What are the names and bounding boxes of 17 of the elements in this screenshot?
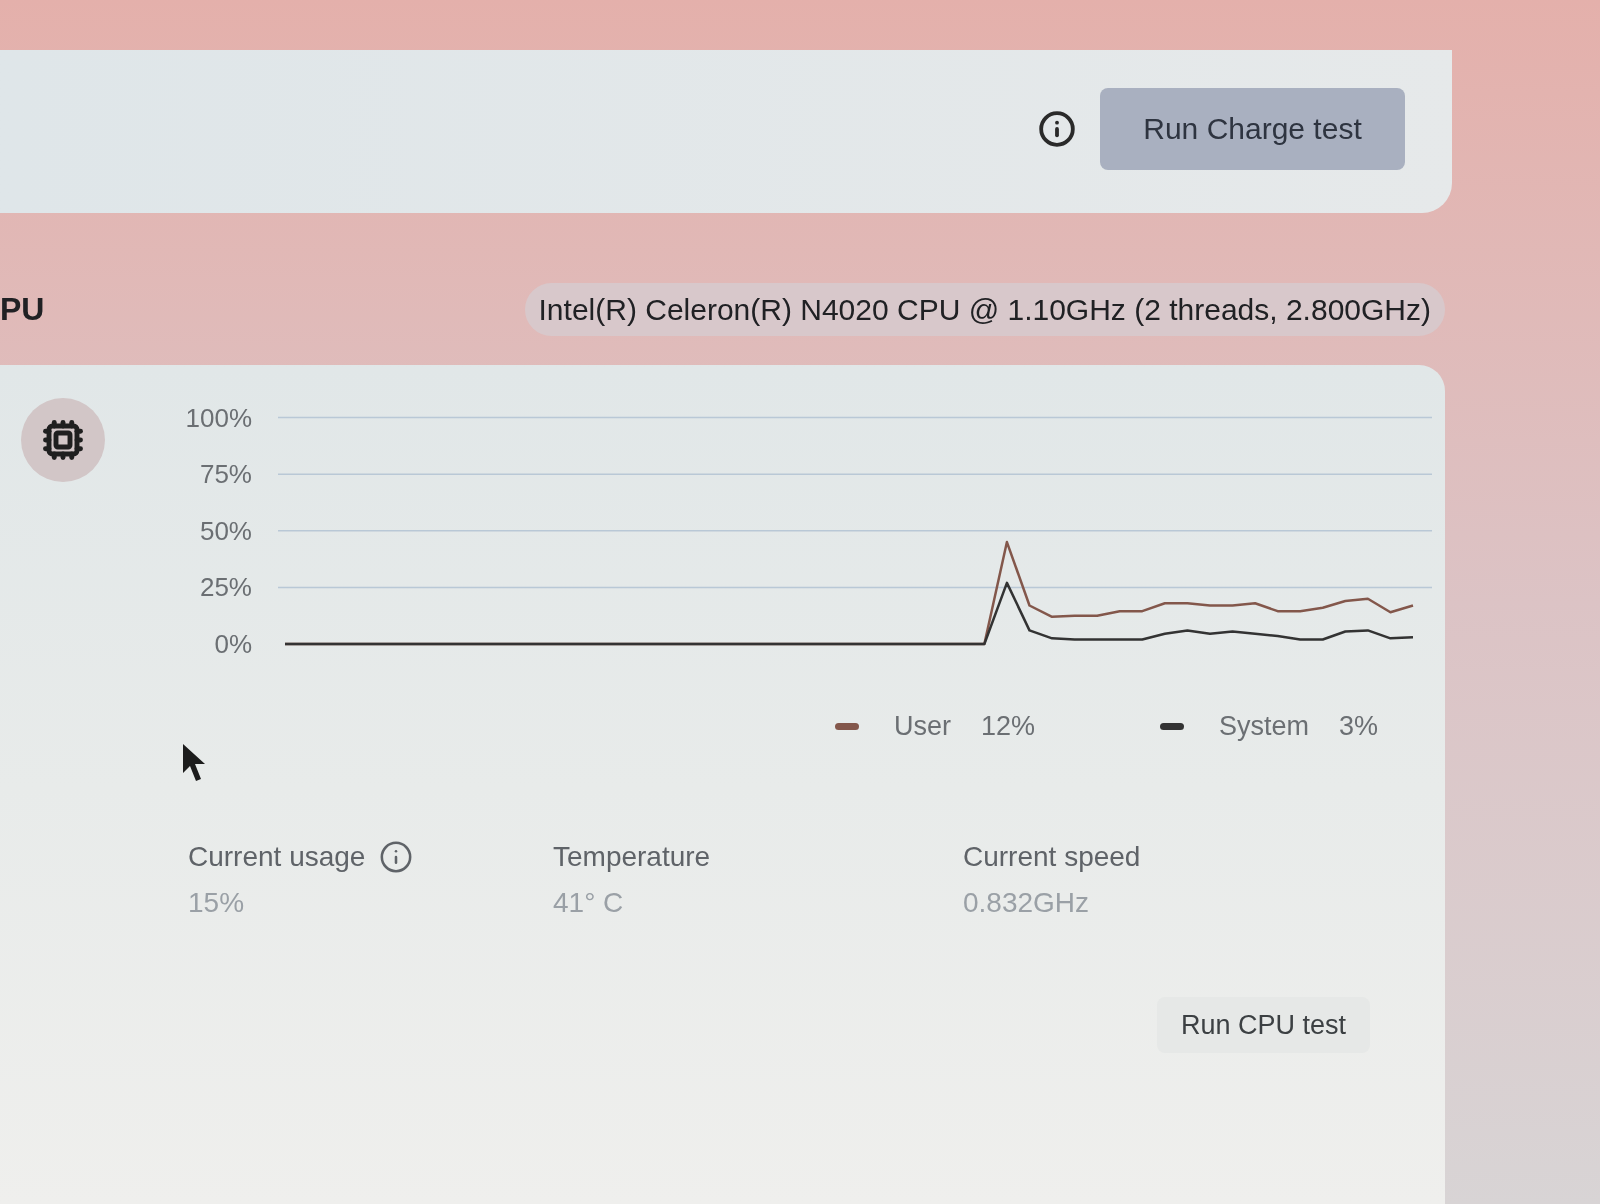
y-axis-label: 25% xyxy=(199,572,252,603)
legend-label: System xyxy=(1219,710,1310,742)
stat-value: 15% xyxy=(188,886,246,920)
stat-value: 41° C xyxy=(553,886,625,920)
stat-label: Temperature xyxy=(553,840,711,874)
stat-value: 0.832GHz xyxy=(963,886,1091,920)
y-axis-label: 100% xyxy=(185,402,252,433)
legend-label: User xyxy=(894,710,951,742)
cpu-model-chip: Intel(R) Celeron(R) N4020 CPU @ 1.10GHz (2 threads, 2.800GHz) xyxy=(524,283,1445,336)
stat-label: Current usage xyxy=(188,840,366,874)
legend-reading: 3% xyxy=(1339,710,1379,742)
section-title: PU xyxy=(0,290,45,329)
legend-reading: 12% xyxy=(981,710,1036,742)
y-axis-label: 0% xyxy=(214,629,252,659)
y-axis-label: 50% xyxy=(199,515,252,546)
y-axis-label: 75% xyxy=(199,459,252,490)
stat-label: Current speed xyxy=(963,840,1141,874)
